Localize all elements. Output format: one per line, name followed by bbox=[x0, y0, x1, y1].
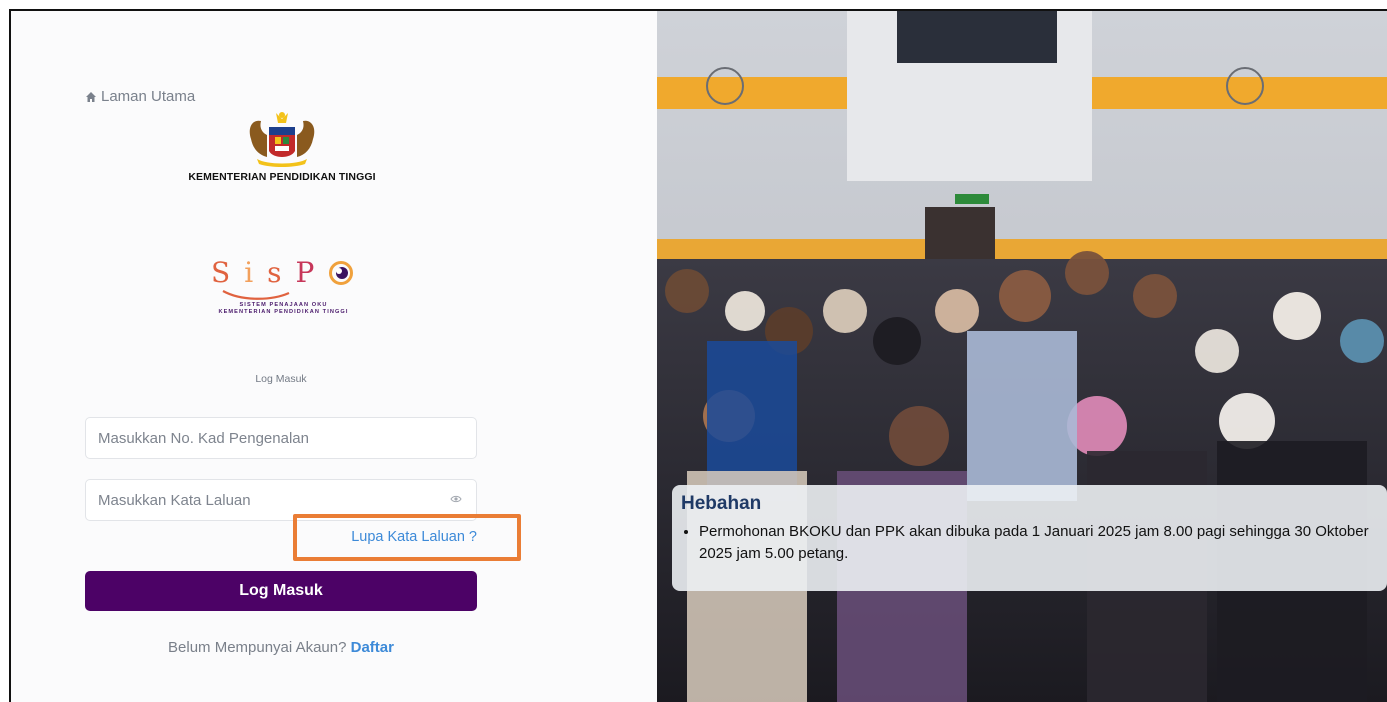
announcement-item: Permohonan BKOKU dan PPK akan dibuka pad… bbox=[699, 521, 1378, 565]
ic-number-input[interactable] bbox=[85, 417, 477, 459]
hero-panel: Hebahan Permohonan BKOKU dan PPK akan di… bbox=[657, 11, 1387, 702]
signup-prompt: Belum Mempunyai Akaun? Daftar bbox=[85, 639, 477, 656]
browser-viewport: Laman Utama KEMENTERIAN PENDIDIKAN TINGG… bbox=[9, 9, 1387, 702]
forgot-password-link[interactable]: Lupa Kata Laluan ? bbox=[331, 529, 477, 545]
ministry-name: KEMENTERIAN PENDIDIKAN TINGGI bbox=[188, 171, 376, 183]
announcement-title: Hebahan bbox=[681, 493, 762, 514]
sispo-wordmark: SisP bbox=[211, 256, 329, 289]
signup-prompt-text: Belum Mempunyai Akaun? bbox=[168, 639, 347, 656]
login-heading: Log Masuk bbox=[255, 373, 307, 385]
eye-icon[interactable] bbox=[450, 493, 462, 505]
login-panel: Laman Utama KEMENTERIAN PENDIDIKAN TINGG… bbox=[11, 11, 657, 702]
signup-link[interactable]: Daftar bbox=[351, 639, 394, 656]
home-icon bbox=[86, 91, 96, 102]
home-link-label: Laman Utama bbox=[101, 88, 196, 105]
sispo-o-emblem bbox=[329, 261, 353, 285]
sispo-logo: SisP SISTEM PENAJAAN OKU KEMENTERIAN PEN… bbox=[201, 256, 366, 324]
announcement-list: Permohonan BKOKU dan PPK akan dibuka pad… bbox=[681, 521, 1378, 565]
government-crest bbox=[249, 112, 315, 167]
sispo-swoosh bbox=[222, 290, 290, 300]
announcement-card: Hebahan Permohonan BKOKU dan PPK akan di… bbox=[672, 485, 1387, 591]
home-link[interactable]: Laman Utama bbox=[85, 88, 195, 105]
sispo-tagline: SISTEM PENAJAAN OKU KEMENTERIAN PENDIDIK… bbox=[218, 302, 349, 315]
login-button[interactable]: Log Masuk bbox=[85, 571, 477, 611]
group-photo bbox=[657, 11, 1387, 702]
